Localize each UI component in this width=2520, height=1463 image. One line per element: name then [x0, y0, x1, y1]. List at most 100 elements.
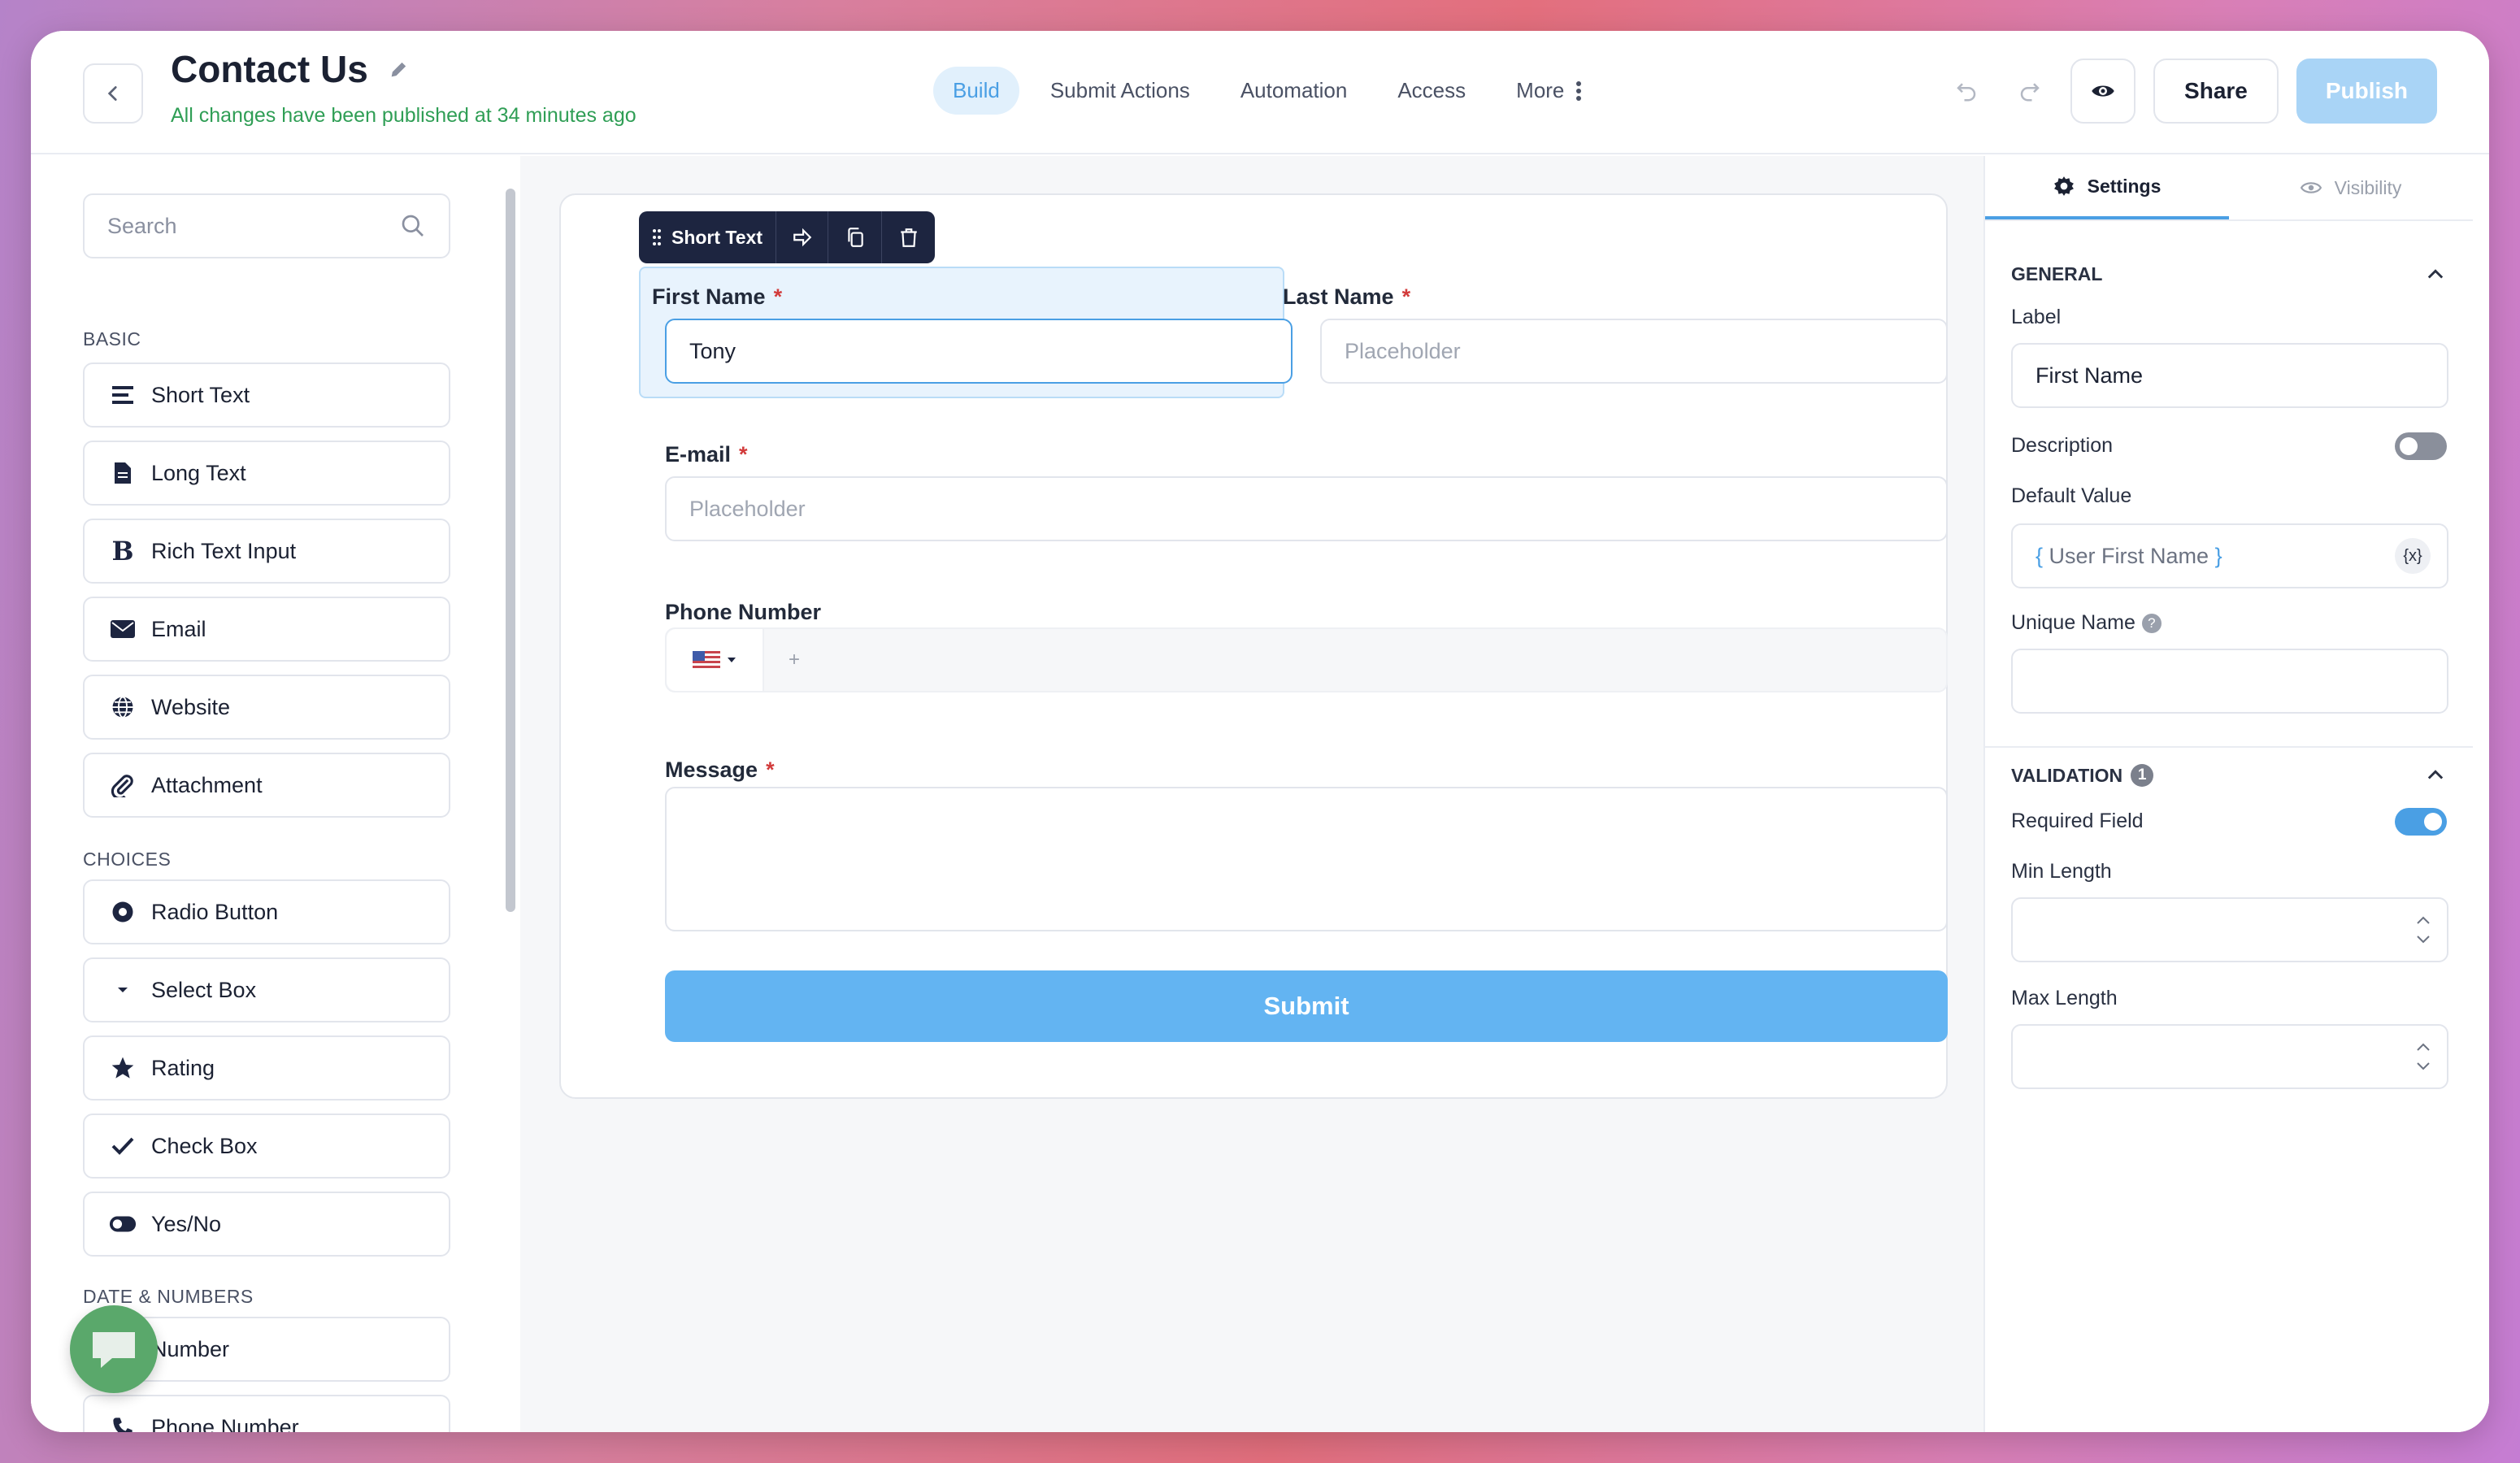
convert-button[interactable]	[776, 211, 828, 263]
validation-heading: VALIDATION 1	[2011, 764, 2154, 787]
drag-handle-icon	[652, 229, 661, 245]
last-name-input[interactable]: Placeholder	[1320, 319, 1948, 384]
section-basic: BASIC	[83, 328, 141, 349]
description-label: Description	[2011, 434, 2114, 457]
preview-button[interactable]	[2070, 59, 2136, 124]
section-choices: CHOICES	[83, 849, 172, 870]
back-button[interactable]	[83, 63, 143, 124]
stepper-icon[interactable]	[2414, 912, 2432, 948]
palette-item-email[interactable]: Email	[83, 597, 450, 662]
settings-tabs: Settings Visibility	[1985, 156, 2473, 221]
delete-button[interactable]	[881, 211, 935, 263]
variable-button[interactable]: {x}	[2395, 538, 2431, 574]
convert-icon	[793, 228, 811, 247]
gear-icon	[2053, 176, 2074, 196]
tab-more-label: More	[1516, 78, 1565, 102]
field-type-handle[interactable]: Short Text	[639, 211, 776, 263]
default-value-token: { User First Name }	[2036, 544, 2222, 569]
tab-settings[interactable]: Settings	[1985, 156, 2229, 219]
document-icon	[109, 459, 137, 487]
label-input[interactable]: First Name	[2011, 343, 2448, 408]
undo-button[interactable]	[1944, 68, 1989, 114]
email-label-text: E-mail	[665, 442, 732, 467]
palette-item-label: Rich Text Input	[151, 538, 297, 563]
toggle-knob	[2400, 437, 2418, 455]
label-field-label: Label	[2011, 306, 2062, 328]
globe-icon	[109, 693, 137, 721]
description-toggle[interactable]	[2395, 432, 2447, 460]
share-button[interactable]: Share	[2153, 59, 2279, 124]
phone-icon	[109, 1413, 137, 1432]
palette-scrollbar[interactable]	[506, 189, 515, 912]
chevron-up-icon[interactable]	[2424, 263, 2447, 286]
unique-name-label: Unique Name?	[2011, 611, 2162, 635]
palette-item-short-text[interactable]: Short Text	[83, 362, 450, 428]
palette-item-rating[interactable]: Rating	[83, 1035, 450, 1101]
required-asterisk: *	[1401, 284, 1411, 309]
header-tools: Share Publish	[1944, 59, 2437, 124]
chevron-up-icon[interactable]	[2424, 764, 2447, 787]
radio-icon	[109, 898, 137, 926]
required-toggle[interactable]	[2395, 808, 2447, 836]
field-toolbar: Short Text	[639, 211, 935, 263]
palette-item-long-text[interactable]: Long Text	[83, 441, 450, 506]
validation-count-badge: 1	[2131, 764, 2154, 787]
email-input[interactable]: Placeholder	[665, 476, 1948, 541]
search-input[interactable]: Search	[83, 193, 450, 258]
form-canvas: Short Text First Name * Tony Last Name * P…	[520, 156, 2014, 1432]
app-window: Contact Us All changes have been publish…	[31, 31, 2489, 1432]
tab-visibility[interactable]: Visibility	[2229, 156, 2473, 219]
eye-icon	[2300, 182, 2322, 193]
palette-item-rich-text[interactable]: B Rich Text Input	[83, 519, 450, 584]
phone-prefix: +	[789, 649, 801, 671]
publish-button[interactable]: Publish	[2296, 59, 2437, 124]
form-title-wrap: Contact Us	[171, 47, 411, 91]
pencil-icon[interactable]	[388, 58, 411, 80]
help-icon[interactable]: ?	[2141, 613, 2162, 633]
palette-item-select[interactable]: Select Box	[83, 957, 450, 1022]
first-name-label: First Name *	[652, 284, 782, 310]
stepper-icon[interactable]	[2414, 1039, 2432, 1074]
default-value-input[interactable]: { User First Name } {x}	[2011, 523, 2448, 588]
palette-item-attachment[interactable]: Attachment	[83, 753, 450, 818]
palette-item-yes-no[interactable]: Yes/No	[83, 1192, 450, 1257]
unique-name-input[interactable]	[2011, 649, 2448, 714]
us-flag-icon	[693, 651, 720, 669]
first-name-input[interactable]: Tony	[665, 319, 1293, 384]
tab-more[interactable]: More	[1497, 67, 1601, 115]
country-selector[interactable]	[667, 629, 764, 691]
max-length-input[interactable]	[2011, 1024, 2448, 1089]
palette-item-website[interactable]: Website	[83, 675, 450, 740]
main-tabs: Build Submit Actions Automation Access M…	[933, 67, 1601, 115]
required-asterisk: *	[773, 284, 783, 309]
undo-icon	[1957, 83, 1976, 102]
palette-item-label: Email	[151, 616, 206, 641]
required-asterisk: *	[766, 758, 775, 782]
general-heading-text: GENERAL	[2011, 263, 2103, 284]
palette-item-label: Radio Button	[151, 899, 279, 924]
min-length-input[interactable]	[2011, 897, 2448, 962]
palette-item-label: Long Text	[151, 460, 246, 485]
submit-button[interactable]: Submit	[665, 970, 1948, 1042]
tab-build[interactable]: Build	[933, 67, 1019, 115]
default-value-label: Default Value	[2011, 484, 2132, 507]
redo-button[interactable]	[2007, 68, 2053, 114]
phone-input[interactable]: +	[665, 627, 1948, 692]
palette-item-radio[interactable]: Radio Button	[83, 879, 450, 944]
toggle-icon	[109, 1210, 137, 1238]
palette-item-label: Short Text	[151, 382, 250, 407]
tab-access[interactable]: Access	[1378, 67, 1485, 115]
palette-item-phone[interactable]: Phone Number	[83, 1395, 450, 1432]
max-length-label: Max Length	[2011, 987, 2118, 1009]
palette-item-label: Attachment	[151, 772, 263, 797]
palette-item-label: Check Box	[151, 1133, 258, 1158]
message-textarea[interactable]	[665, 787, 1948, 931]
default-value-text: User First Name	[2049, 543, 2209, 568]
chat-launcher[interactable]	[70, 1305, 158, 1393]
more-vertical-icon	[1576, 80, 1582, 101]
tab-automation[interactable]: Automation	[1221, 67, 1367, 115]
palette-item-checkbox[interactable]: Check Box	[83, 1114, 450, 1179]
tab-submit-actions[interactable]: Submit Actions	[1031, 67, 1210, 115]
duplicate-button[interactable]	[828, 211, 881, 263]
palette-item-label: Rating	[151, 1055, 215, 1080]
